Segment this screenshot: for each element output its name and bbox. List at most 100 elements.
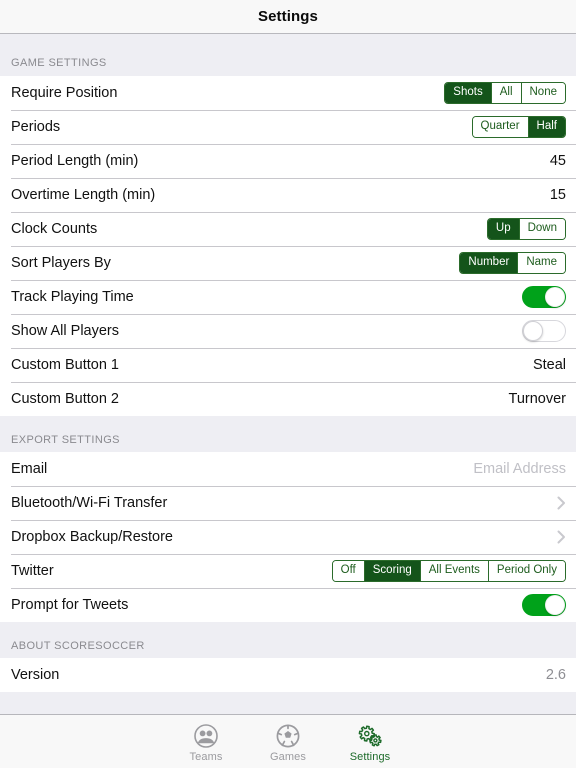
row-accessory-email <box>346 461 566 477</box>
soccer-ball-icon <box>276 723 300 749</box>
segment-periods-quarter[interactable]: Quarter <box>472 117 528 137</box>
row-accessory-twitter: Off Scoring All Events Period Only <box>331 560 566 582</box>
tab-settings[interactable]: Settings <box>329 721 411 763</box>
row-label-require-position: Require Position <box>11 85 118 101</box>
tab-bar: Teams Games Settings <box>0 714 576 768</box>
row-dropbox-backup-restore[interactable]: Dropbox Backup/Restore <box>0 520 576 554</box>
segment-sort-players-by-name[interactable]: Name <box>517 253 565 273</box>
segment-periods-half[interactable]: Half <box>527 117 565 137</box>
section-header-game-settings: GAME SETTINGS <box>0 34 576 76</box>
row-custom-button-1[interactable]: Custom Button 1 Steal <box>0 348 576 382</box>
row-label-overtime-length: Overtime Length (min) <box>11 187 156 203</box>
row-label-period-length: Period Length (min) <box>11 153 139 169</box>
row-prompt-for-tweets[interactable]: Prompt for Tweets <box>0 588 576 622</box>
row-bluetooth-wifi-transfer[interactable]: Bluetooth/Wi-Fi Transfer <box>0 486 576 520</box>
row-value-custom-button-1: Steal <box>532 357 566 373</box>
row-value-period-length: 45 <box>549 153 566 169</box>
toggle-track-playing-time[interactable] <box>522 286 566 308</box>
input-email[interactable] <box>346 461 566 477</box>
row-label-email: Email <box>11 461 48 477</box>
row-label-twitter: Twitter <box>11 563 54 579</box>
section-group-game-settings: Require Position Shots All None Periods Quart… <box>0 76 576 416</box>
segment-twitter-off[interactable]: Off <box>332 561 364 581</box>
page-title: Settings <box>258 8 318 25</box>
row-email[interactable]: Email <box>0 452 576 486</box>
row-version: Version 2.6 <box>0 658 576 692</box>
toggle-knob <box>545 595 565 615</box>
row-periods[interactable]: Periods Quarter Half <box>0 110 576 144</box>
row-sort-players-by[interactable]: Sort Players By Number Name <box>0 246 576 280</box>
row-accessory-clock-counts: Up Down <box>486 218 566 240</box>
row-label-bluetooth-wifi-transfer: Bluetooth/Wi-Fi Transfer <box>11 495 168 511</box>
row-accessory-track-playing-time <box>522 286 566 308</box>
row-accessory-show-all-players <box>522 320 566 342</box>
row-value-custom-button-2: Turnover <box>508 391 566 407</box>
segment-clock-counts-down[interactable]: Down <box>518 219 565 239</box>
segment-require-position-none[interactable]: None <box>520 83 565 103</box>
segmented-control-periods[interactable]: Quarter Half <box>471 116 566 138</box>
segmented-control-twitter[interactable]: Off Scoring All Events Period Only <box>331 560 566 582</box>
row-track-playing-time[interactable]: Track Playing Time <box>0 280 576 314</box>
row-label-track-playing-time: Track Playing Time <box>11 289 134 305</box>
row-label-custom-button-2: Custom Button 2 <box>11 391 119 407</box>
tab-label-games: Games <box>270 750 306 763</box>
row-accessory-bluetooth-wifi-transfer <box>557 496 566 510</box>
row-period-length[interactable]: Period Length (min) 45 <box>0 144 576 178</box>
tab-label-teams: Teams <box>189 750 223 763</box>
segment-twitter-scoring[interactable]: Scoring <box>363 561 420 581</box>
gears-icon <box>357 723 383 749</box>
segmented-control-clock-counts[interactable]: Up Down <box>486 218 566 240</box>
row-clock-counts[interactable]: Clock Counts Up Down <box>0 212 576 246</box>
row-label-sort-players-by: Sort Players By <box>11 255 111 271</box>
toggle-show-all-players[interactable] <box>522 320 566 342</box>
toggle-knob <box>545 287 565 307</box>
chevron-right-icon <box>557 496 566 510</box>
segment-twitter-period-only[interactable]: Period Only <box>487 561 565 581</box>
segment-require-position-shots[interactable]: Shots <box>445 83 491 103</box>
row-accessory-custom-button-1: Steal <box>533 357 566 373</box>
segment-require-position-all[interactable]: All <box>490 83 521 103</box>
row-show-all-players[interactable]: Show All Players <box>0 314 576 348</box>
section-header-export-settings: EXPORT SETTINGS <box>0 416 576 452</box>
segmented-control-sort-players-by[interactable]: Number Name <box>459 252 566 274</box>
row-label-periods: Periods <box>11 119 61 135</box>
row-accessory-periods: Quarter Half <box>471 116 566 138</box>
row-twitter[interactable]: Twitter Off Scoring All Events Period Only <box>0 554 576 588</box>
navigation-bar: Settings <box>0 0 576 34</box>
row-label-version: Version <box>11 667 60 683</box>
row-overtime-length[interactable]: Overtime Length (min) 15 <box>0 178 576 212</box>
row-value-version: 2.6 <box>545 667 566 683</box>
row-accessory-period-length: 45 <box>550 153 566 169</box>
row-label-custom-button-1: Custom Button 1 <box>11 357 119 373</box>
row-label-prompt-for-tweets: Prompt for Tweets <box>11 597 129 613</box>
row-accessory-custom-button-2: Turnover <box>509 391 566 407</box>
segment-twitter-all-events[interactable]: All Events <box>419 561 488 581</box>
bottom-filler <box>0 692 576 714</box>
segment-sort-players-by-number[interactable]: Number <box>460 253 518 273</box>
segmented-control-require-position[interactable]: Shots All None <box>444 82 566 104</box>
section-group-export-settings: Email Bluetooth/Wi-Fi Transfer Dropbox Bac… <box>0 452 576 622</box>
row-label-dropbox-backup-restore: Dropbox Backup/Restore <box>11 529 173 545</box>
row-accessory-overtime-length: 15 <box>550 187 566 203</box>
tab-teams[interactable]: Teams <box>165 721 247 763</box>
settings-scroll-area[interactable]: GAME SETTINGS Require Position Shots All Non… <box>0 34 576 714</box>
row-require-position[interactable]: Require Position Shots All None <box>0 76 576 110</box>
row-custom-button-2[interactable]: Custom Button 2 Turnover <box>0 382 576 416</box>
row-accessory-require-position: Shots All None <box>444 82 566 104</box>
row-accessory-dropbox-backup-restore <box>557 530 566 544</box>
section-group-about-scoresoccer: Version 2.6 <box>0 658 576 692</box>
row-accessory-version: 2.6 <box>546 667 566 683</box>
chevron-right-icon <box>557 530 566 544</box>
tab-label-settings: Settings <box>349 750 391 763</box>
toggle-prompt-for-tweets[interactable] <box>522 594 566 616</box>
segment-clock-counts-up[interactable]: Up <box>487 219 519 239</box>
section-header-about-scoresoccer: ABOUT SCORESOCCER <box>0 622 576 658</box>
toggle-knob <box>523 321 543 341</box>
row-value-overtime-length: 15 <box>549 187 566 203</box>
row-label-show-all-players: Show All Players <box>11 323 119 339</box>
tab-games[interactable]: Games <box>247 721 329 763</box>
row-label-clock-counts: Clock Counts <box>11 221 98 237</box>
row-accessory-sort-players-by: Number Name <box>459 252 566 274</box>
settings-screen: Settings GAME SETTINGS Require Position Sh… <box>0 0 576 768</box>
row-accessory-prompt-for-tweets <box>522 594 566 616</box>
